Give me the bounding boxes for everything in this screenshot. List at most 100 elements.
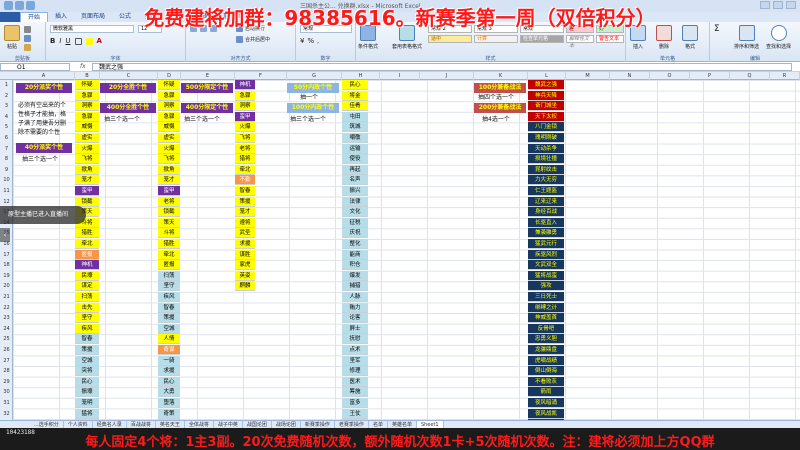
cell-c-item-6[interactable]: 蛮甲 xyxy=(158,186,180,196)
cell-d-item-3[interactable]: 猎将 xyxy=(235,154,255,165)
cell-d-item-10[interactable]: 武圣 xyxy=(235,228,255,239)
cell-f-item-13[interactable]: 能商 xyxy=(342,249,368,260)
cell-c-item-26[interactable]: 堕落 xyxy=(158,398,180,408)
cell-b-item-5[interactable]: 笼才 xyxy=(75,175,99,186)
column-header-i[interactable]: I xyxy=(380,72,420,80)
row-header-11[interactable]: 11 xyxy=(0,188,13,194)
cell-c-item-3[interactable]: 飞将 xyxy=(158,154,180,165)
column-header-h[interactable]: H xyxy=(342,72,380,80)
cell-b-item-0[interactable]: 威慑 xyxy=(75,122,99,133)
row-header-24[interactable]: 24 xyxy=(0,326,13,332)
sheet-tab-10[interactable]: 老赛季操作 xyxy=(335,421,369,428)
underline-icon[interactable]: U xyxy=(65,37,70,45)
worksheet[interactable]: ABCDEFGHIJKLMNOPQR 123456789101112131415… xyxy=(0,72,800,420)
cell-h-top-3[interactable]: 天下太权 xyxy=(528,111,564,122)
cell-f-item-5[interactable]: 再起 xyxy=(342,164,368,175)
cell-c-item-20[interactable]: 人情 xyxy=(158,334,180,345)
cell-c-top-1[interactable]: 急骤 xyxy=(158,90,180,101)
cell-f-item-22[interactable]: 点术 xyxy=(342,345,368,355)
italic-icon[interactable]: I xyxy=(59,37,61,45)
cell-c-item-25[interactable]: 大勇 xyxy=(158,387,180,398)
cell-c-item-8[interactable]: 锁截 xyxy=(158,207,180,218)
cell-b-item-22[interactable]: 空城 xyxy=(75,355,99,366)
cell-f-item-28[interactable]: 王仗 xyxy=(342,408,368,419)
row-header-23[interactable]: 23 xyxy=(0,315,13,321)
chevron-left-icon[interactable]: ‹ xyxy=(0,228,10,242)
cell-c-item-17[interactable]: 智春 xyxy=(158,302,180,313)
cell-f-item-10[interactable]: 征税 xyxy=(342,217,368,228)
cell-b-item-7[interactable]: 锁截 xyxy=(75,196,99,207)
column-header-q[interactable]: Q xyxy=(730,72,770,80)
cell-b-item-23[interactable]: 突将 xyxy=(75,366,99,377)
cell-b-item-25[interactable]: 振壕 xyxy=(75,387,99,398)
cell-b-top-0[interactable]: 怀疑 xyxy=(75,80,99,90)
cell-c-item-14[interactable]: 扫荡 xyxy=(158,270,180,281)
cell-b-item-1[interactable]: 虚实 xyxy=(75,133,99,143)
cell-d-item-2[interactable]: 老将 xyxy=(235,143,255,154)
a-sub[interactable]: 抽三个选一个 xyxy=(22,155,58,164)
sheet-tab-8[interactable]: 战场论团 xyxy=(272,421,301,428)
column-header-f[interactable]: F xyxy=(235,72,287,80)
cell-f-item-23[interactable]: 坚军 xyxy=(342,355,368,366)
row-header-10[interactable]: 10 xyxy=(0,177,13,183)
cell-h-item-3[interactable]: 损境壮撞 xyxy=(528,154,564,165)
row-header-9[interactable]: 9 xyxy=(0,167,13,173)
sheet-tab-0[interactable]: ...选手积分 xyxy=(30,421,64,428)
cell-b-item-27[interactable]: 猛将 xyxy=(75,408,99,419)
cell-h-item-21[interactable]: 龙骧鼎盘 xyxy=(528,345,564,355)
cell-d-item-1[interactable]: 飞将 xyxy=(235,133,255,143)
cell-h-item-23[interactable]: 倒山倒海 xyxy=(528,366,564,377)
cell-f-item-14[interactable]: 积仓 xyxy=(342,260,368,271)
row-header-18[interactable]: 18 xyxy=(0,262,13,268)
c-header-400[interactable]: 400分限定个性 xyxy=(181,103,233,113)
cell-h-top-2[interactable]: 奋门城坐 xyxy=(528,101,564,112)
cell-f-item-9[interactable]: 文化 xyxy=(342,207,368,218)
column-header-a[interactable]: A xyxy=(13,72,75,80)
cell-h-item-16[interactable]: 三日死士 xyxy=(528,292,564,302)
row-header-26[interactable]: 26 xyxy=(0,347,13,353)
cell-d-item-12[interactable]: 谋胜 xyxy=(235,249,255,260)
cell-grid[interactable] xyxy=(13,80,800,420)
row-header-27[interactable]: 27 xyxy=(0,358,13,364)
style-neutral[interactable]: 适中 xyxy=(428,35,472,43)
cell-c-item-9[interactable]: 策天 xyxy=(158,217,180,228)
row-header-6[interactable]: 6 xyxy=(0,135,13,141)
cell-b-item-26[interactable]: 笼明 xyxy=(75,398,99,408)
cell-h-item-4[interactable]: 昆射纹击 xyxy=(528,164,564,175)
cell-f-item-16[interactable]: 捕猎 xyxy=(342,281,368,292)
cell-h-item-27[interactable]: 夜风战凯 xyxy=(528,408,564,419)
cell-c-item-13[interactable]: 匿报 xyxy=(158,260,180,271)
cell-h-item-15[interactable]: 强攻 xyxy=(528,281,564,292)
cell-d-item-13[interactable]: 家虎 xyxy=(235,260,255,271)
column-header-e[interactable]: E xyxy=(181,72,235,80)
column-header-c[interactable]: C xyxy=(100,72,158,80)
cell-f-item-12[interactable]: 整化 xyxy=(342,239,368,249)
column-header-k[interactable]: K xyxy=(474,72,528,80)
cell-c-item-23[interactable]: 求援 xyxy=(158,366,180,377)
b-header-400[interactable]: 400分全胜个性 xyxy=(100,103,156,113)
cell-f-item-1[interactable]: 筑城 xyxy=(342,122,368,133)
merge-center-button[interactable]: 合并后居中 xyxy=(236,36,270,43)
row-header-12[interactable]: 12 xyxy=(0,199,13,205)
cell-f-top-0[interactable]: 民心 xyxy=(342,80,368,90)
bold-icon[interactable]: B xyxy=(50,37,55,45)
row-header-2[interactable]: 2 xyxy=(0,93,13,99)
cell-c-item-24[interactable]: 民心 xyxy=(158,376,180,387)
cell-c-item-5[interactable]: 笼才 xyxy=(158,175,180,186)
cell-d-item-5[interactable]: 不勤 xyxy=(235,175,255,186)
cell-h-item-7[interactable]: 辽来辽来 xyxy=(528,196,564,207)
cell-f-item-21[interactable]: 抚慰 xyxy=(342,334,368,345)
row-header-4[interactable]: 4 xyxy=(0,114,13,120)
sheet-tab-5[interactable]: 全体战将 xyxy=(185,421,214,428)
cell-c-item-10[interactable]: 斗将 xyxy=(158,228,180,239)
row-header-17[interactable]: 17 xyxy=(0,252,13,258)
column-header-r[interactable]: R xyxy=(770,72,800,80)
b-header-20[interactable]: 20分全胜个性 xyxy=(100,83,156,93)
cell-h-item-18[interactable]: 神威盖首 xyxy=(528,313,564,324)
fill-color-icon[interactable] xyxy=(85,37,93,45)
column-header-p[interactable]: P xyxy=(690,72,730,80)
comma-icon[interactable]: , xyxy=(317,38,319,45)
cell-h-item-10[interactable]: 兼袭雕勇 xyxy=(528,228,564,239)
cell-c-item-0[interactable]: 威慑 xyxy=(158,122,180,133)
cell-d-item-14[interactable]: 英姿 xyxy=(235,270,255,281)
